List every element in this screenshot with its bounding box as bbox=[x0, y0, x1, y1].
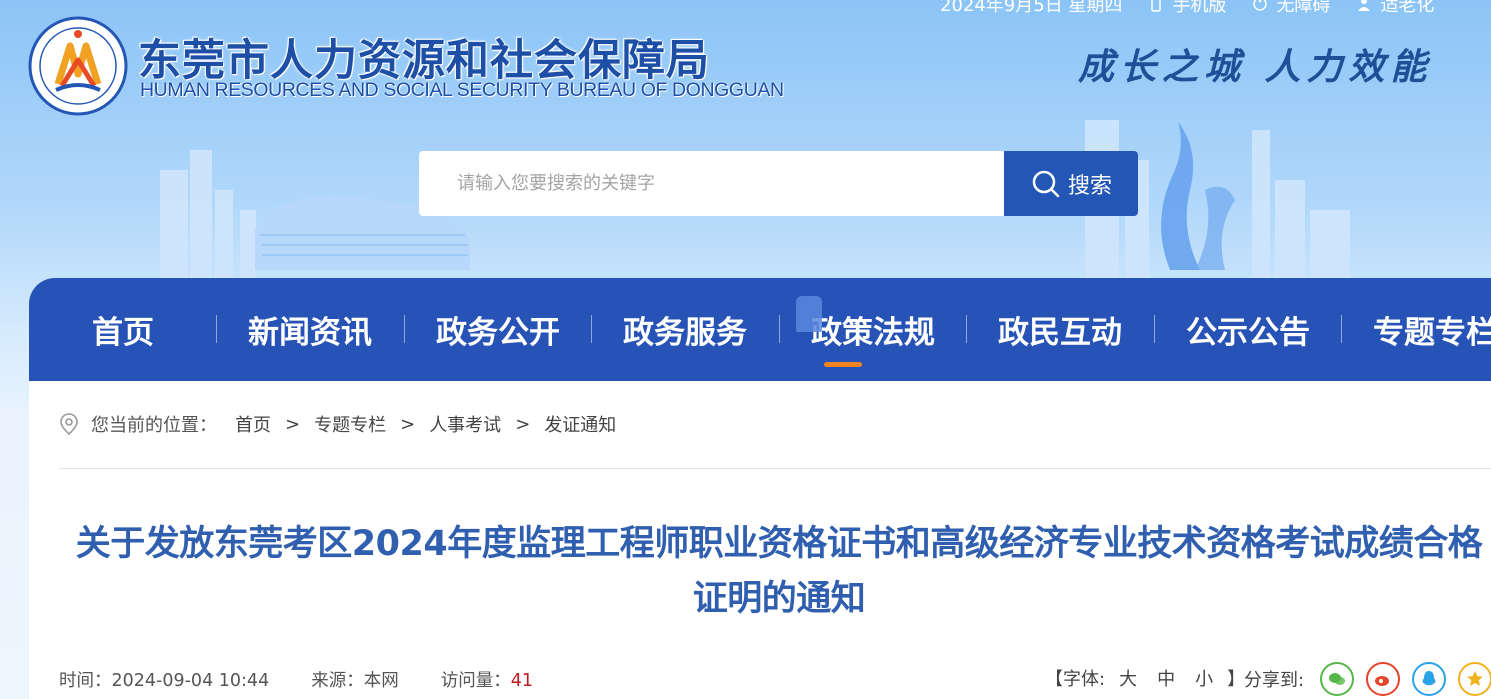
breadcrumb-separator: > bbox=[400, 413, 416, 435]
article-card: 您当前的位置： 首页 > 专题专栏 > 人事考试 > 发证通知 关于发放东莞考区… bbox=[29, 381, 1491, 699]
nav-item-news[interactable]: 新闻资讯 bbox=[216, 278, 404, 381]
qq-icon[interactable] bbox=[1412, 662, 1447, 696]
nav-item-interaction[interactable]: 政民互动 bbox=[966, 278, 1154, 381]
top-utility-bar: 2024年9月5日 星期四 手机版 无障碍 适老化 bbox=[940, 0, 1434, 17]
article-title: 关于发放东莞考区2024年度监理工程师职业资格证书和高级经济专业技术资格考试成绩… bbox=[75, 524, 1483, 619]
search-input[interactable] bbox=[457, 151, 1005, 216]
qzone-icon[interactable] bbox=[1458, 662, 1491, 696]
date-display: 2024年9月5日 星期四 bbox=[940, 0, 1123, 16]
breadcrumb-label: 您当前的位置： bbox=[91, 415, 217, 436]
breadcrumb-special[interactable]: 专题专栏 bbox=[314, 411, 386, 437]
accessibility-link[interactable]: 无障碍 bbox=[1252, 0, 1330, 17]
search-box bbox=[419, 151, 1005, 216]
weibo-icon[interactable] bbox=[1366, 662, 1401, 696]
publish-time: 时间：2024-09-04 10:44 bbox=[59, 671, 270, 691]
mobile-version-link[interactable]: 手机版 bbox=[1148, 0, 1226, 17]
breadcrumb-certificate[interactable]: 发证通知 bbox=[544, 411, 616, 437]
bureau-logo[interactable] bbox=[28, 16, 128, 116]
share-bar: 分享到: bbox=[1244, 662, 1491, 696]
article-meta: 时间：2024-09-04 10:44 来源：本网 访问量：41 bbox=[59, 667, 533, 692]
site-name-en: HUMAN RESOURCES AND SOCIAL SECURITY BURE… bbox=[140, 79, 784, 101]
breadcrumb-exam[interactable]: 人事考试 bbox=[429, 411, 501, 437]
breadcrumb: 您当前的位置： 首页 > 专题专栏 > 人事考试 > 发证通知 bbox=[59, 411, 616, 437]
location-pin-icon bbox=[60, 413, 78, 436]
accessibility-icon bbox=[1253, 0, 1268, 11]
nav-item-gov-service[interactable]: 政务服务 bbox=[591, 278, 779, 381]
user-icon bbox=[1358, 0, 1371, 11]
nav-active-badge bbox=[796, 296, 822, 332]
phone-icon bbox=[1151, 0, 1162, 12]
font-size-label: 【字体: bbox=[1045, 669, 1106, 690]
breadcrumb-separator: > bbox=[515, 413, 531, 435]
font-size-bracket: 】 bbox=[1227, 669, 1246, 690]
nav-item-gov-open[interactable]: 政务公开 bbox=[404, 278, 592, 381]
font-size-small[interactable]: 小 bbox=[1195, 665, 1213, 691]
share-label: 分享到: bbox=[1244, 670, 1305, 691]
nav-item-home[interactable]: 首页 bbox=[29, 278, 217, 381]
search-button-label: 搜索 bbox=[1067, 173, 1112, 199]
font-size-medium[interactable]: 中 bbox=[1157, 665, 1175, 691]
breadcrumb-home[interactable]: 首页 bbox=[235, 411, 271, 437]
main-nav: 首页 新闻资讯 政务公开 政务服务 政策法规 政民互动 公示公告 专题专栏 bbox=[29, 278, 1491, 381]
city-slogan: 成长之城 人力效能 bbox=[1078, 46, 1433, 88]
font-size-large[interactable]: 大 bbox=[1119, 665, 1137, 691]
font-size-control: 【字体: 大 中 小 】 bbox=[1045, 665, 1245, 691]
nav-item-special[interactable]: 专题专栏 bbox=[1341, 278, 1491, 381]
wechat-icon[interactable] bbox=[1320, 662, 1355, 696]
nav-active-indicator bbox=[824, 362, 862, 367]
search-button[interactable]: 搜索 bbox=[1004, 151, 1138, 216]
breadcrumb-divider bbox=[59, 468, 1491, 469]
nav-item-notice[interactable]: 公示公告 bbox=[1154, 278, 1342, 381]
article-source: 来源：本网 bbox=[311, 671, 399, 691]
bureau-emblem-icon bbox=[28, 16, 128, 116]
breadcrumb-separator: > bbox=[285, 413, 301, 435]
search-icon bbox=[1032, 170, 1060, 197]
elder-mode-link[interactable]: 适老化 bbox=[1356, 0, 1434, 17]
view-count: 访问量：41 bbox=[440, 671, 533, 691]
